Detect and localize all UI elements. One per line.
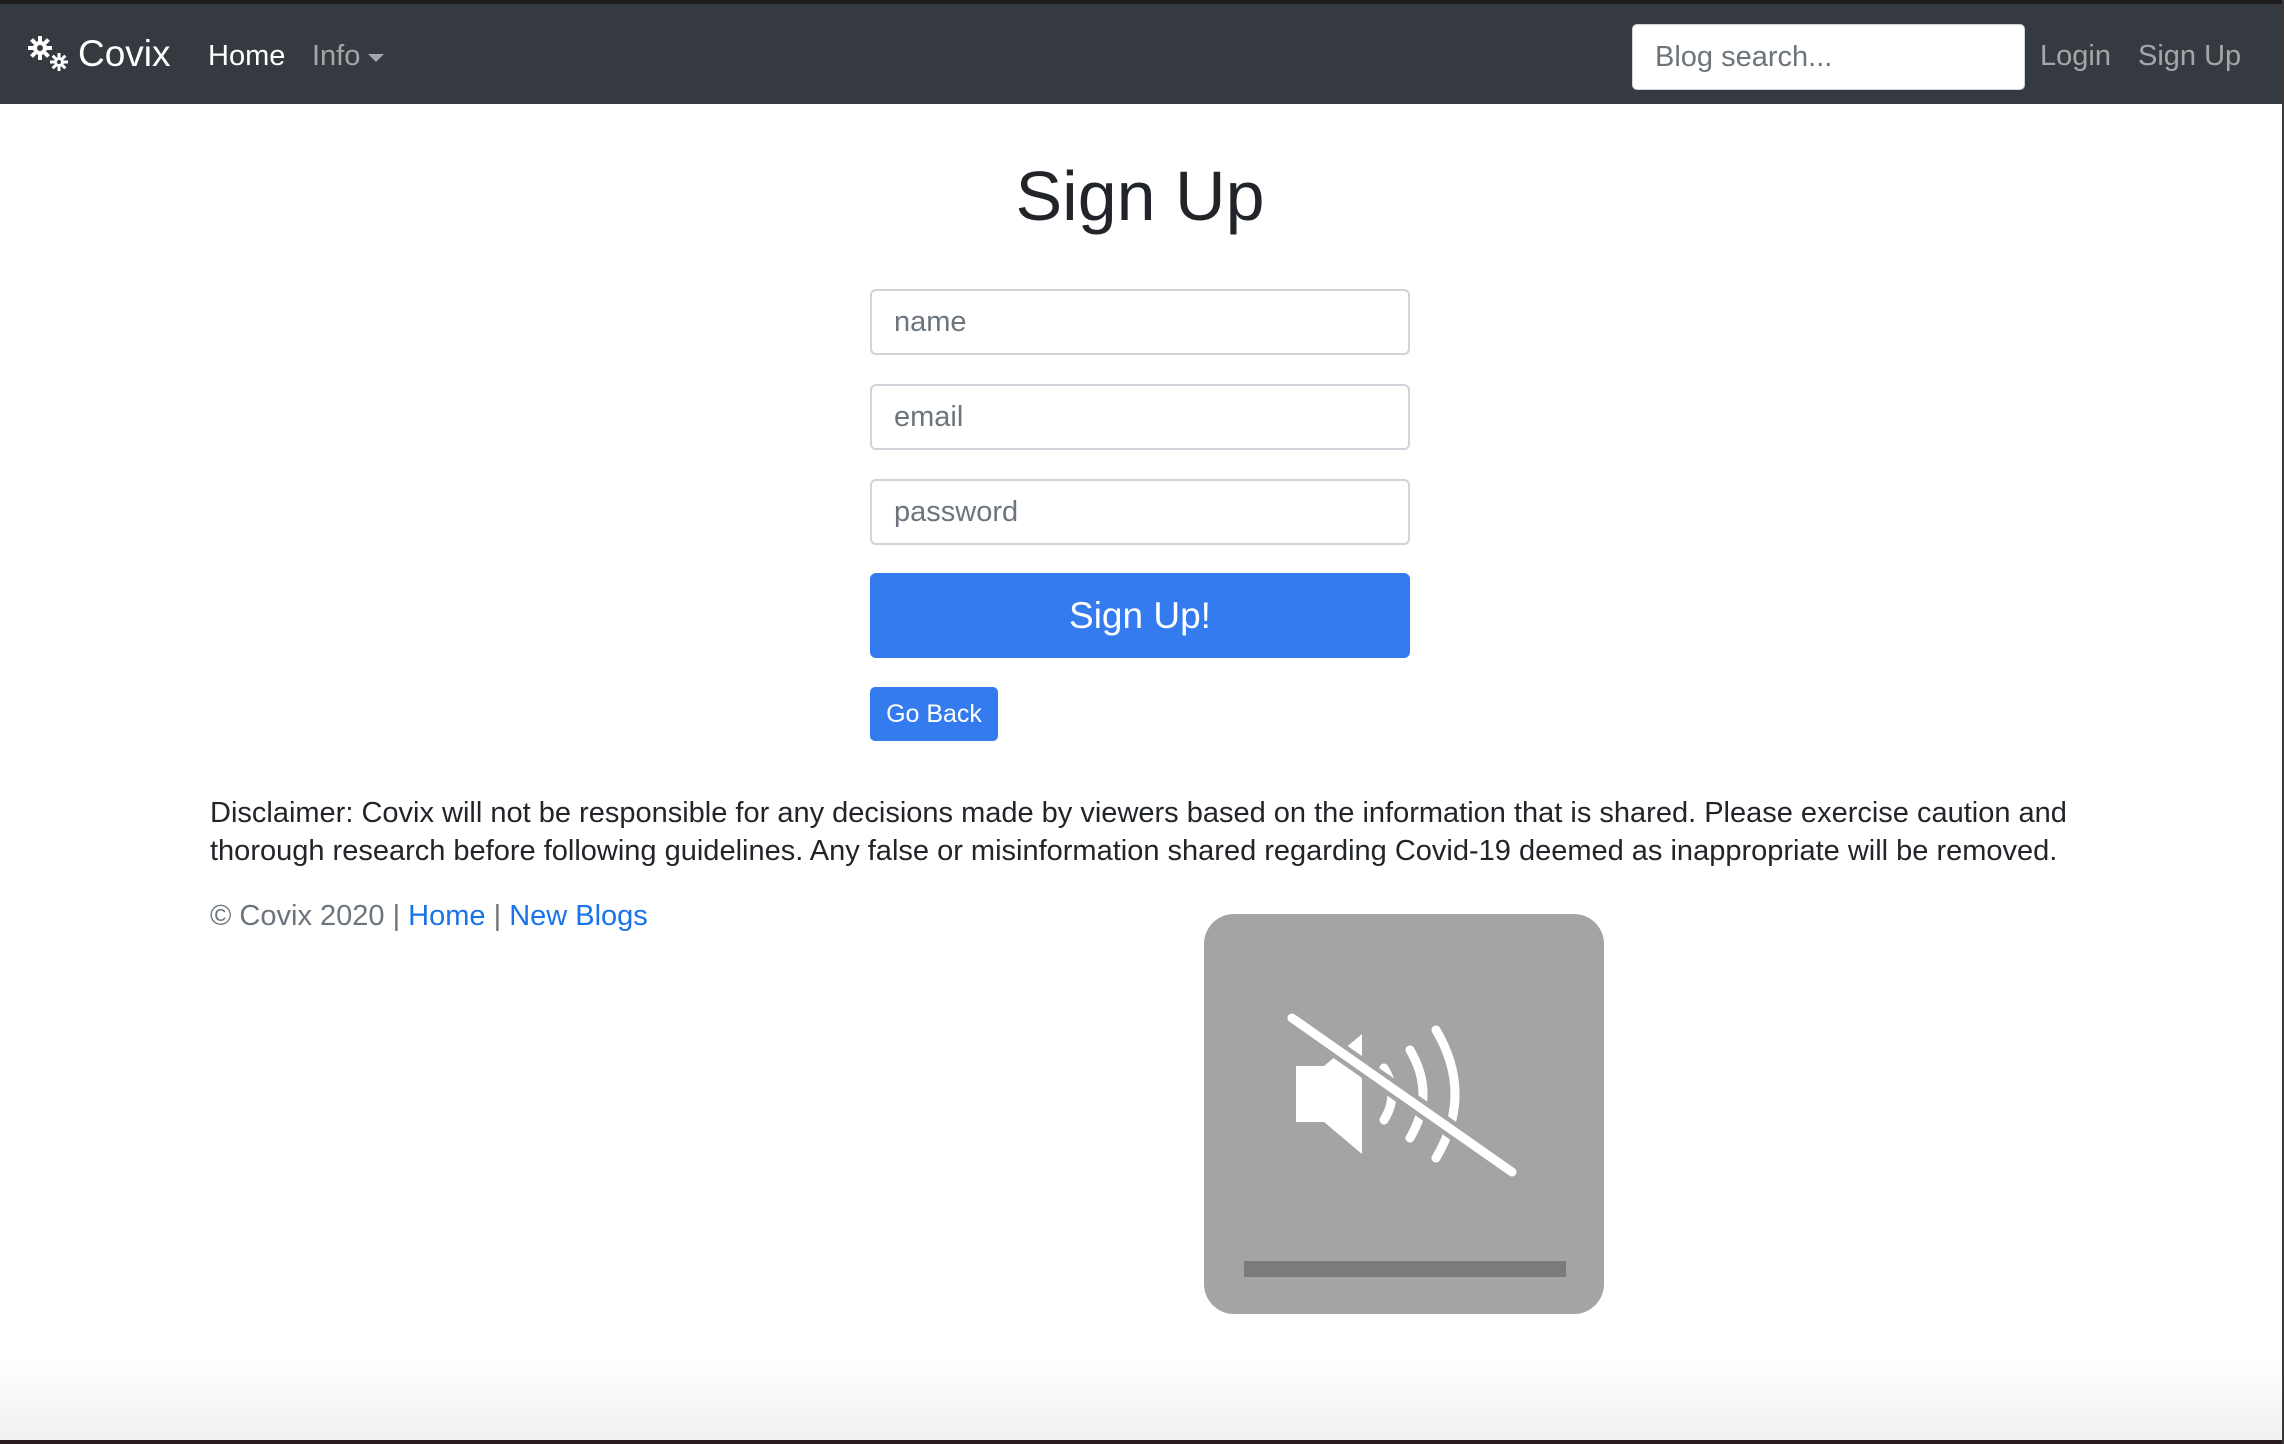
footer-new-blogs-link[interactable]: New Blogs [509, 900, 648, 932]
gears-icon [28, 36, 68, 71]
speaker-muted-icon [1284, 1009, 1521, 1181]
caret-down-icon [368, 53, 385, 62]
nav-info-dropdown[interactable]: Info [312, 40, 385, 73]
nav-login-link[interactable]: Login [2040, 40, 2111, 73]
navbar-brand[interactable]: Covix [26, 32, 171, 76]
volume-level-bar [1244, 1261, 1566, 1277]
page-title: Sign Up [1015, 157, 1265, 235]
nav-info-label: Info [312, 40, 361, 72]
blog-search-input[interactable] [1632, 24, 2025, 90]
go-back-button[interactable]: Go Back [870, 687, 998, 741]
copyright-text: © Covix 2020 | [210, 900, 409, 932]
signup-submit-button[interactable]: Sign Up! [870, 573, 1410, 658]
window-bottom-shadow [0, 1360, 2284, 1440]
nav-signup-link[interactable]: Sign Up [2138, 40, 2241, 73]
volume-muted-overlay [1204, 914, 1604, 1314]
email-field[interactable] [870, 384, 1410, 450]
footer-home-link[interactable]: Home [408, 900, 485, 932]
browser-viewport: Covix Home Info Login Sign Up Sign Up Si… [0, 4, 2284, 1440]
navbar: Covix Home Info Login Sign Up [0, 4, 2284, 104]
disclaimer-text: Disclaimer: Covix will not be responsibl… [210, 797, 2067, 867]
name-field[interactable] [870, 289, 1410, 355]
copyright-line: © Covix 2020 | Home | New Blogs [210, 900, 648, 933]
nav-home-link[interactable]: Home [208, 40, 285, 73]
password-field[interactable] [870, 479, 1410, 545]
footer-separator: | [493, 900, 510, 932]
brand-label: Covix [78, 33, 171, 74]
